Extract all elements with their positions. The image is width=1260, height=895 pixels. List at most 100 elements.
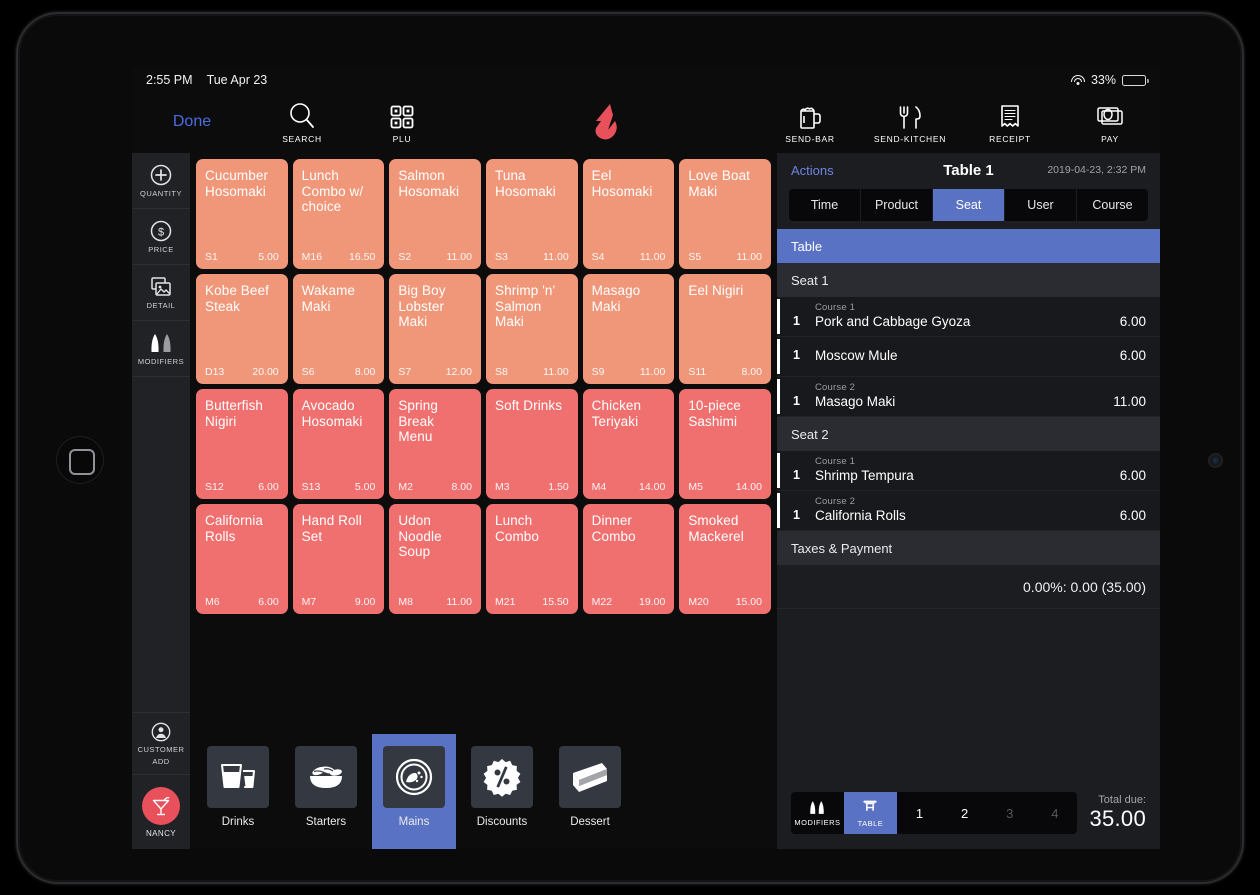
product-price: 5.00	[355, 481, 375, 493]
footer-key-1[interactable]: 1	[897, 792, 942, 834]
product-name: Salmon Hosomaki	[398, 168, 472, 199]
rail-label-user: NANCY	[146, 829, 176, 838]
product-footer: M1616.50	[302, 251, 376, 263]
product-tile[interactable]: Udon Noodle SoupM811.00	[389, 504, 481, 614]
product-tile[interactable]: Cucumber HosomakiS15.00	[196, 159, 288, 269]
product-tile[interactable]: Tuna HosomakiS311.00	[486, 159, 578, 269]
footer-key-2[interactable]: 2	[942, 792, 987, 834]
order-line-item[interactable]: Course 11Pork and Cabbage Gyoza6.00	[777, 297, 1160, 337]
line-item-name: Moscow Mule	[815, 348, 898, 363]
home-button[interactable]	[56, 436, 104, 484]
order-tab-product[interactable]: Product	[861, 189, 933, 221]
order-line-item[interactable]: 1Moscow Mule6.00	[777, 337, 1160, 377]
product-tile[interactable]: Eel NigiriS118.00	[679, 274, 771, 384]
rail-label-modifiers: MODIFIERS	[138, 358, 184, 366]
product-tile[interactable]: Hand Roll SetM79.00	[293, 504, 385, 614]
product-tile[interactable]: Lunch Combo w/ choiceM1616.50	[293, 159, 385, 269]
product-code: M3	[495, 481, 510, 493]
order-header: Actions Table 1 2019-04-23, 2:32 PM	[777, 153, 1160, 187]
product-name: Wakame Maki	[302, 283, 376, 314]
footer-key-label: TABLE	[858, 819, 884, 828]
product-tile[interactable]: Masago MakiS911.00	[583, 274, 675, 384]
receipt-button[interactable]: RECEIPT	[960, 101, 1060, 144]
pay-label: PAY	[1101, 134, 1119, 144]
rail-item-modifiers[interactable]: MODIFIERS	[132, 321, 190, 377]
plu-button[interactable]: PLU	[352, 101, 452, 144]
rail-item-detail[interactable]: DETAIL	[132, 265, 190, 321]
order-tab-course[interactable]: Course	[1077, 189, 1148, 221]
rail-item-customer-add[interactable]: CUSTOMER ADD	[132, 713, 190, 775]
rail-item-quantity[interactable]: QUANTITY	[132, 153, 190, 209]
order-line-item[interactable]: Course 21California Rolls6.00	[777, 491, 1160, 531]
group-header-seat[interactable]: Seat 2	[777, 417, 1160, 451]
total-due-label: Total due:	[1089, 794, 1146, 806]
status-date: Tue Apr 23	[207, 73, 268, 87]
order-tab-seat[interactable]: Seat	[933, 189, 1005, 221]
rail-item-price[interactable]: $ PRICE	[132, 209, 190, 265]
category-tab-drinks[interactable]: Drinks	[196, 734, 280, 849]
rail-item-user[interactable]: NANCY	[132, 775, 190, 849]
category-tab-mains[interactable]: Mains	[372, 734, 456, 849]
product-footer: M514.00	[688, 481, 762, 493]
category-tab-dessert[interactable]: Dessert	[548, 734, 632, 849]
category-tab-starters[interactable]: Starters	[284, 734, 368, 849]
send-kitchen-button[interactable]: SEND-KITCHEN	[860, 101, 960, 144]
rail-label-customer-2: ADD	[152, 758, 169, 766]
order-line-item[interactable]: Course 11Shrimp Tempura6.00	[777, 451, 1160, 491]
product-name: Chicken Teriyaki	[592, 398, 666, 429]
group-header-table[interactable]: Table	[777, 229, 1160, 263]
product-code: M21	[495, 596, 515, 608]
product-tile[interactable]: Wakame MakiS68.00	[293, 274, 385, 384]
product-tile[interactable]: Butterfish NigiriS126.00	[196, 389, 288, 499]
actions-button[interactable]: Actions	[791, 163, 834, 178]
product-name: Butterfish Nigiri	[205, 398, 279, 429]
brand-logo	[452, 102, 760, 142]
footer-key-4[interactable]: 4	[1032, 792, 1077, 834]
product-name: 10-piece Sashimi	[688, 398, 762, 429]
product-tile[interactable]: Shrimp 'n' Salmon MakiS811.00	[486, 274, 578, 384]
category-tab-discounts[interactable]: Discounts	[460, 734, 544, 849]
category-label: Mains	[399, 816, 430, 828]
product-tile[interactable]: 10-piece Sashimi M514.00	[679, 389, 771, 499]
send-bar-button[interactable]: SEND-BAR	[760, 101, 860, 144]
group-header-taxes[interactable]: Taxes & Payment	[777, 531, 1160, 565]
product-tile[interactable]: Avocado HosomakiS135.00	[293, 389, 385, 499]
order-tab-time[interactable]: Time	[789, 189, 861, 221]
course-label: Course 1	[815, 456, 1146, 467]
app-screen: 2:55 PM Tue Apr 23 33% Done	[132, 69, 1160, 849]
product-tile[interactable]: Chicken TeriyakiM414.00	[583, 389, 675, 499]
footer-key-table[interactable]: TABLE	[844, 792, 897, 834]
footer-key-modifiers[interactable]: MODIFIERS	[791, 792, 844, 834]
product-name: Avocado Hosomaki	[302, 398, 376, 429]
product-tile[interactable]: Salmon HosomakiS211.00	[389, 159, 481, 269]
plate-icon	[383, 746, 445, 808]
pay-button[interactable]: PAY	[1060, 101, 1160, 144]
product-name: Soft Drinks	[495, 398, 569, 414]
footer-key-3[interactable]: 3	[987, 792, 1032, 834]
search-button[interactable]: SEARCH	[252, 101, 352, 144]
product-price: 11.00	[446, 596, 472, 608]
product-tile[interactable]: Spring Break MenuM28.00	[389, 389, 481, 499]
product-tile[interactable]: California RollsM66.00	[196, 504, 288, 614]
order-tab-user[interactable]: User	[1005, 189, 1077, 221]
product-footer: M811.00	[398, 596, 472, 608]
product-tile[interactable]: Eel HosomakiS411.00	[583, 159, 675, 269]
order-line-item[interactable]: Course 21Masago Maki11.00	[777, 377, 1160, 417]
cash-icon	[1095, 101, 1125, 131]
done-button[interactable]: Done	[132, 113, 252, 131]
product-code: D13	[205, 366, 224, 378]
product-tile[interactable]: Smoked MackerelM2015.00	[679, 504, 771, 614]
product-price: 8.00	[452, 481, 472, 493]
product-price: 1.50	[548, 481, 568, 493]
product-code: M6	[205, 596, 220, 608]
product-tile[interactable]: Soft Drinks M3 1.50	[486, 389, 578, 499]
product-tile[interactable]: Love Boat MakiS511.00	[679, 159, 771, 269]
receipt-icon	[996, 101, 1024, 131]
order-line-row: 1Masago Maki11.00	[815, 394, 1146, 409]
product-tile[interactable]: Kobe Beef SteakD1320.00	[196, 274, 288, 384]
product-tile[interactable]: Big Boy Lobster MakiS712.00	[389, 274, 481, 384]
product-tile[interactable]: Dinner ComboM2219.00	[583, 504, 675, 614]
product-price: 12.00	[446, 366, 472, 378]
product-tile[interactable]: Lunch ComboM2115.50	[486, 504, 578, 614]
group-header-seat[interactable]: Seat 1	[777, 263, 1160, 297]
